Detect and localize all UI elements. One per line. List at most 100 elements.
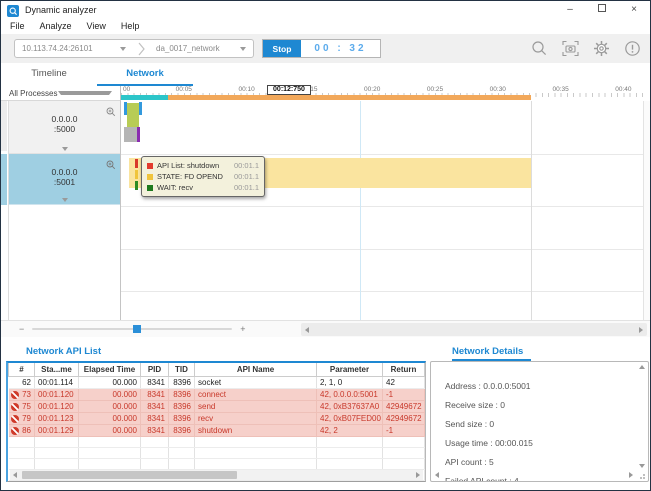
- scroll-right-icon[interactable]: [416, 472, 420, 478]
- table-cell: [141, 458, 169, 469]
- zoom-out-button[interactable]: −: [19, 321, 24, 337]
- details-vertical-scrollbar[interactable]: [637, 365, 646, 468]
- column-header[interactable]: TID: [169, 363, 195, 376]
- table-cell: 42, 2: [317, 424, 383, 436]
- table-cell: 8341: [141, 424, 169, 436]
- vertical-scrollbar[interactable]: [643, 101, 650, 320]
- process-row-header-5000[interactable]: 0.0.0.0 :5000: [9, 101, 120, 154]
- recording-control: Stop 00 : 32: [262, 39, 381, 58]
- column-header[interactable]: Return: [383, 363, 425, 376]
- stop-button[interactable]: Stop: [263, 40, 301, 57]
- table-cell: 00.000: [79, 400, 141, 412]
- network-api-list-panel: Network API List #Sta...meElapsed TimePI…: [6, 346, 426, 482]
- table-cell: [9, 436, 35, 447]
- timeline-panel: All Processes 0000:0500:1000:1500:2000:2…: [1, 86, 650, 337]
- column-header[interactable]: API Name: [195, 363, 317, 376]
- table-cell: [169, 458, 195, 469]
- expand-row-icon[interactable]: [62, 147, 68, 151]
- details-horizontal-scrollbar[interactable]: [433, 471, 635, 479]
- menu-view[interactable]: View: [87, 21, 106, 31]
- menu-file[interactable]: File: [10, 21, 25, 31]
- timeline-canvas[interactable]: API List: shutdown00:01.1STATE: FD OPEND…: [121, 101, 643, 320]
- scroll-up-icon[interactable]: [639, 365, 645, 369]
- scroll-left-icon[interactable]: [435, 472, 439, 478]
- table-cell: 00:01.114: [35, 376, 79, 388]
- column-header[interactable]: PID: [141, 363, 169, 376]
- event-block-blue[interactable]: [139, 102, 142, 115]
- zoom-in-row-icon[interactable]: [106, 157, 116, 175]
- column-header[interactable]: Sta...me: [35, 363, 79, 376]
- table-row[interactable]: 7900:01.12300.00083418396recv42, 0xB07FE…: [9, 412, 425, 424]
- maximize-button[interactable]: [596, 4, 608, 15]
- table-cell: 42949672: [383, 400, 425, 412]
- scroll-right-icon[interactable]: [629, 472, 633, 478]
- failed-api-icon: [11, 427, 19, 435]
- column-header[interactable]: #: [9, 363, 35, 376]
- time-cursor-label[interactable]: 00:12:750: [267, 85, 311, 95]
- table-cell: 75: [9, 400, 35, 412]
- table-horizontal-scrollbar[interactable]: [10, 470, 423, 480]
- table-cell: 42, 0xB37637A0: [317, 400, 383, 412]
- menu-analyze[interactable]: Analyze: [40, 21, 72, 31]
- scroll-left-icon[interactable]: [305, 327, 309, 333]
- column-header[interactable]: Elapsed Time: [79, 363, 141, 376]
- close-button[interactable]: ×: [628, 4, 640, 15]
- timeline-minimap[interactable]: [1, 101, 9, 320]
- zoom-slider-track[interactable]: [32, 328, 232, 330]
- table-cell: 8341: [141, 412, 169, 424]
- network-details-title: Network Details: [430, 346, 649, 361]
- target-selector-group: 10.113.74.24:26101 da_0017_network: [14, 39, 254, 58]
- scroll-left-icon[interactable]: [13, 472, 17, 478]
- row-separator: [121, 291, 643, 292]
- about-info-icon[interactable]: [623, 39, 642, 58]
- expand-row-icon[interactable]: [62, 198, 68, 202]
- tab-timeline[interactable]: Timeline: [1, 63, 97, 86]
- table-cell: [141, 447, 169, 458]
- process-filter-dropdown[interactable]: All Processes: [1, 86, 121, 101]
- row-separator: [121, 206, 643, 207]
- menu-help[interactable]: Help: [121, 21, 140, 31]
- column-header[interactable]: Parameter: [317, 363, 383, 376]
- table-cell: send: [195, 400, 317, 412]
- api-table-container: #Sta...meElapsed TimePIDTIDAPI NameParam…: [6, 361, 426, 482]
- detail-line: Receive size : 0: [431, 400, 648, 410]
- settings-gear-icon[interactable]: [592, 39, 611, 58]
- zoom-in-button[interactable]: +: [240, 321, 245, 337]
- network-api-list-tab[interactable]: Network API List: [6, 346, 426, 361]
- scroll-right-icon[interactable]: [639, 327, 643, 333]
- table-cell: [195, 436, 317, 447]
- scroll-down-icon[interactable]: [639, 464, 645, 468]
- timeline-horizontal-scrollbar[interactable]: [301, 323, 647, 336]
- table-cell: socket: [195, 376, 317, 388]
- table-cell: -1: [383, 424, 425, 436]
- zoom-slider-handle[interactable]: [133, 325, 141, 333]
- window-title: Dynamic analyzer: [25, 5, 564, 15]
- axis-tick-label: 00:10: [238, 86, 254, 93]
- table-cell: [79, 447, 141, 458]
- zoom-slider: − +: [19, 321, 246, 337]
- zoom-in-row-icon[interactable]: [106, 104, 116, 122]
- table-row-empty: [9, 458, 425, 469]
- tab-network[interactable]: Network: [97, 63, 193, 86]
- event-marker-state[interactable]: [135, 170, 138, 179]
- scrollbar-thumb[interactable]: [22, 471, 237, 479]
- screenshot-icon[interactable]: [561, 39, 580, 58]
- resize-grip[interactable]: [639, 472, 646, 479]
- device-dropdown[interactable]: 10.113.74.24:26101: [15, 40, 133, 57]
- process-row-header-5001[interactable]: 0.0.0.0 :5001: [9, 154, 120, 205]
- project-dropdown[interactable]: da_0017_network: [149, 40, 253, 57]
- event-marker-api[interactable]: [135, 159, 138, 168]
- table-row[interactable]: 7300:01.12000.00083418396connect42, 0.0.…: [9, 388, 425, 400]
- minimize-button[interactable]: –: [564, 4, 576, 15]
- table-row[interactable]: 6200:01.11400.00083418396socket2, 1, 042: [9, 376, 425, 388]
- event-block-gray[interactable]: [124, 127, 137, 142]
- table-cell: 62: [9, 376, 35, 388]
- table-cell: 8341: [141, 400, 169, 412]
- search-icon[interactable]: [530, 39, 549, 58]
- table-cell: [169, 436, 195, 447]
- table-row[interactable]: 7500:01.12000.00083418396send42, 0xB3763…: [9, 400, 425, 412]
- project-dropdown-value: da_0017_network: [156, 44, 220, 53]
- table-row[interactable]: 8600:01.12900.00083418396shutdown42, 2-1: [9, 424, 425, 436]
- event-marker-wait[interactable]: [135, 181, 138, 190]
- event-block-purple[interactable]: [137, 127, 140, 142]
